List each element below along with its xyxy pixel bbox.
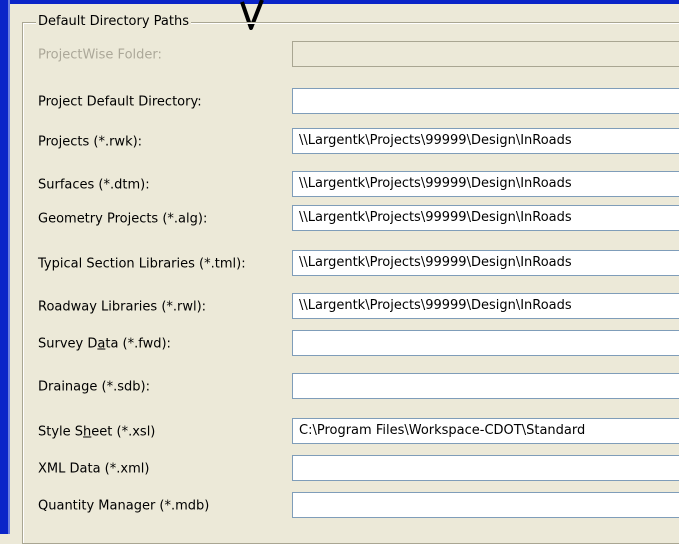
row-project-default-directory: Project Default Directory:	[38, 88, 679, 116]
row-projectwise-folder: ProjectWise Folder:	[38, 41, 679, 69]
typical-section-libraries-field[interactable]: \\Largentk\Projects\99999\Design\InRoads	[292, 250, 679, 276]
projects-field[interactable]: \\Largentk\Projects\99999\Design\InRoads	[292, 128, 679, 154]
quantity-manager-label: Quantity Manager (*.mdb)	[38, 498, 210, 514]
row-surfaces: Surfaces (*.dtm): \\Largentk\Projects\99…	[38, 171, 679, 199]
style-sheet-label: Style Sheet (*.xsl)	[38, 424, 156, 440]
xml-data-field[interactable]	[292, 455, 679, 481]
row-geometry-projects: Geometry Projects (*.alg): \\Largentk\Pr…	[38, 205, 679, 233]
geometry-projects-label: Geometry Projects (*.alg):	[38, 211, 208, 227]
surfaces-label: Surfaces (*.dtm):	[38, 177, 150, 193]
projectwise-folder-field	[292, 41, 679, 67]
project-default-directory-field[interactable]	[292, 88, 679, 114]
row-xml-data: XML Data (*.xml)	[38, 455, 679, 483]
row-survey-data: Survey Data (*.fwd):	[38, 330, 679, 358]
projects-label: Projects (*.rwk):	[38, 134, 143, 150]
drainage-field[interactable]	[292, 373, 679, 399]
row-drainage: Drainage (*.sdb):	[38, 373, 679, 401]
row-style-sheet: Style Sheet (*.xsl) C:\Program Files\Wor…	[38, 418, 679, 446]
roadway-libraries-label: Roadway Libraries (*.rwl):	[38, 299, 207, 315]
row-roadway-libraries: Roadway Libraries (*.rwl): \\Largentk\Pr…	[38, 293, 679, 321]
style-sheet-field[interactable]: C:\Program Files\Workspace-CDOT\Standard	[292, 418, 679, 444]
survey-data-field[interactable]	[292, 330, 679, 356]
project-default-directory-label: Project Default Directory:	[38, 94, 202, 110]
geometry-projects-field[interactable]: \\Largentk\Projects\99999\Design\InRoads	[292, 205, 679, 231]
typical-section-libraries-label: Typical Section Libraries (*.tml):	[38, 256, 246, 272]
xml-data-label: XML Data (*.xml)	[38, 461, 150, 477]
window-frame-left-highlight	[8, 0, 10, 534]
row-quantity-manager: Quantity Manager (*.mdb)	[38, 492, 679, 520]
row-typical-section-libraries: Typical Section Libraries (*.tml): \\Lar…	[38, 250, 679, 278]
drainage-label: Drainage (*.sdb):	[38, 379, 150, 395]
quantity-manager-field[interactable]	[292, 492, 679, 518]
row-projects: Projects (*.rwk): \\Largentk\Projects\99…	[38, 128, 679, 156]
roadway-libraries-field[interactable]: \\Largentk\Projects\99999\Design\InRoads	[292, 293, 679, 319]
survey-data-label: Survey Data (*.fwd):	[38, 336, 171, 352]
surfaces-field[interactable]: \\Largentk\Projects\99999\Design\InRoads	[292, 171, 679, 197]
group-title: Default Directory Paths	[36, 14, 192, 29]
projectwise-folder-label: ProjectWise Folder:	[38, 47, 162, 63]
window-frame-left	[0, 0, 8, 534]
window-frame-top	[0, 0, 679, 4]
